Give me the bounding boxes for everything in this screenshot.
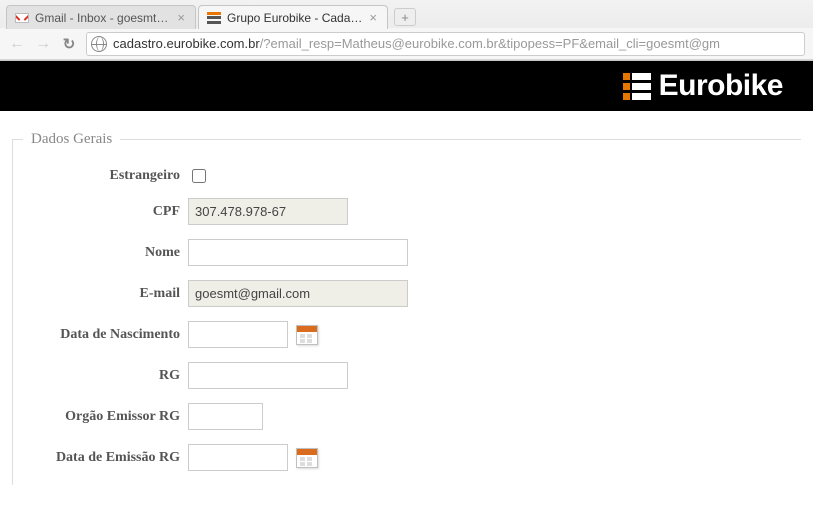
new-tab-button[interactable]: + [394, 8, 416, 26]
reload-button[interactable]: ↻ [60, 35, 78, 53]
calendar-icon[interactable] [296, 325, 318, 345]
browser-toolbar: ← → ↻ cadastro.eurobike.com.br/?email_re… [0, 28, 813, 60]
logo-text: Eurobike [659, 69, 783, 103]
emissao-rg-input[interactable] [188, 444, 288, 471]
tab-strip: Gmail - Inbox - goesmt@... × Grupo Eurob… [0, 0, 813, 28]
close-icon[interactable]: × [369, 11, 377, 24]
page-header: Eurobike [0, 61, 813, 111]
label-rg: RG [13, 368, 188, 384]
close-icon[interactable]: × [177, 11, 185, 24]
dados-gerais-fieldset: Dados Gerais Estrangeiro CPF Nome E-mail… [12, 131, 801, 485]
label-nome: Nome [13, 245, 188, 261]
label-emissao-rg: Data de Emissão RG [13, 450, 188, 466]
calendar-icon[interactable] [296, 448, 318, 468]
nascimento-input[interactable] [188, 321, 288, 348]
form-area: Dados Gerais Estrangeiro CPF Nome E-mail… [0, 111, 813, 485]
label-orgao-rg: Orgão Emissor RG [13, 409, 188, 425]
email-input[interactable] [188, 280, 408, 307]
label-email: E-mail [13, 286, 188, 302]
eurobike-logo: Eurobike [623, 69, 783, 103]
orgao-rg-input[interactable] [188, 403, 263, 430]
logo-mark-icon [623, 73, 651, 100]
gmail-icon [15, 13, 29, 23]
rg-input[interactable] [188, 362, 348, 389]
estrangeiro-checkbox[interactable] [192, 169, 206, 183]
browser-chrome: Gmail - Inbox - goesmt@... × Grupo Eurob… [0, 0, 813, 61]
tab-label: Grupo Eurobike - Cadastr... [227, 11, 363, 25]
cpf-input[interactable] [188, 198, 348, 225]
address-bar[interactable]: cadastro.eurobike.com.br/?email_resp=Mat… [86, 32, 805, 56]
url-text: cadastro.eurobike.com.br/?email_resp=Mat… [113, 36, 720, 51]
label-nascimento: Data de Nascimento [13, 327, 188, 343]
nome-input[interactable] [188, 239, 408, 266]
back-button[interactable]: ← [8, 35, 26, 53]
tab-label: Gmail - Inbox - goesmt@... [35, 11, 171, 25]
label-estrangeiro: Estrangeiro [13, 168, 188, 184]
forward-button[interactable]: → [34, 35, 52, 53]
globe-icon [91, 36, 107, 52]
label-cpf: CPF [13, 204, 188, 220]
tab-eurobike[interactable]: Grupo Eurobike - Cadastr... × [198, 5, 388, 29]
eurobike-favicon [207, 12, 221, 24]
tab-gmail[interactable]: Gmail - Inbox - goesmt@... × [6, 5, 196, 29]
fieldset-legend: Dados Gerais [23, 131, 120, 148]
